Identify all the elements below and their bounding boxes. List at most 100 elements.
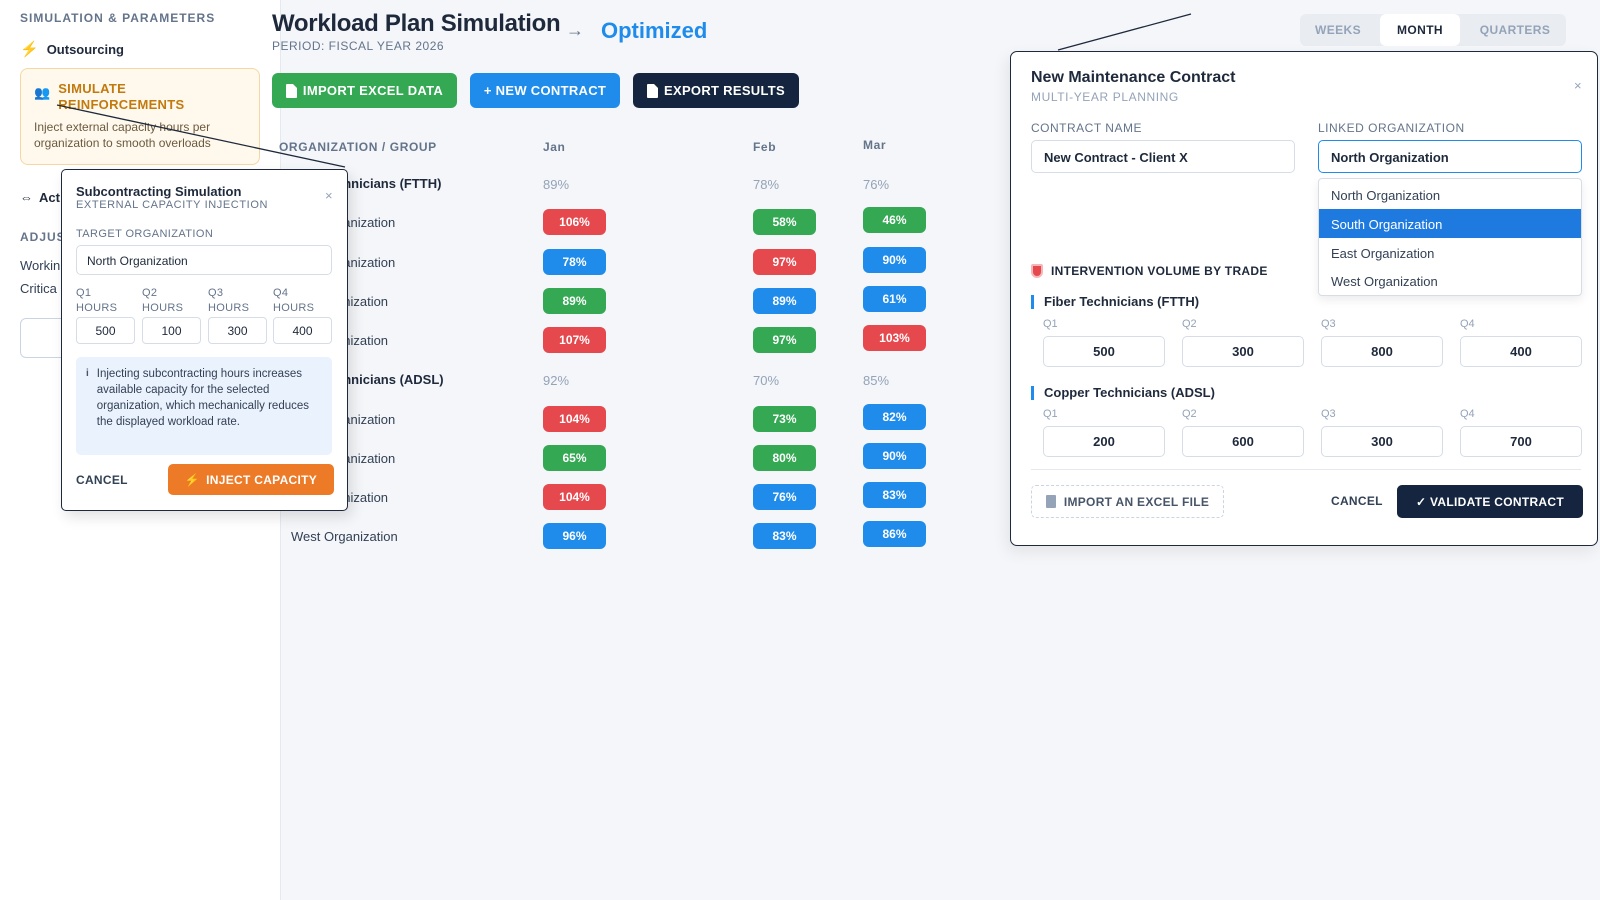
- ftth-q3-label: Q3: [1321, 318, 1336, 330]
- view-option-quarters[interactable]: QUARTERS: [1465, 14, 1565, 46]
- contract-name-input[interactable]: New Contract - Client X: [1031, 140, 1295, 173]
- q1-hours-input[interactable]: 500: [76, 317, 135, 344]
- arrow-right-icon: →: [566, 20, 584, 40]
- workload-badge[interactable]: 107%: [543, 327, 606, 353]
- adsl-q1-input[interactable]: 200: [1043, 426, 1165, 457]
- ftth-q2-input[interactable]: 300: [1182, 336, 1304, 367]
- workload-badge[interactable]: 89%: [543, 288, 606, 314]
- q2-hours-label: Q2 HOURS: [142, 287, 184, 314]
- ftth-q1-label: Q1: [1043, 318, 1058, 330]
- ftth-q4-label: Q4: [1460, 318, 1475, 330]
- subcontracting-subtitle: EXTERNAL CAPACITY INJECTION: [76, 199, 269, 211]
- target-organization-label: TARGET ORGANIZATION: [76, 228, 214, 240]
- workload-badge[interactable]: 104%: [543, 406, 606, 432]
- sidebar-item-label: Outsourcing: [46, 41, 124, 57]
- import-excel-file-button[interactable]: IMPORT AN EXCEL FILE: [1031, 485, 1224, 518]
- dropdown-option-south[interactable]: South Organization: [1319, 209, 1581, 238]
- adsl-q2-input[interactable]: 600: [1182, 426, 1304, 457]
- reinforcements-title: SIMULATE REINFORCEMENTS: [58, 81, 184, 113]
- q2-hours-input[interactable]: 100: [142, 317, 201, 344]
- workload-badge[interactable]: 90%: [863, 443, 926, 469]
- q3-hours-input[interactable]: 300: [208, 317, 267, 344]
- workload-badge[interactable]: 96%: [543, 523, 606, 549]
- workload-badge[interactable]: 103%: [863, 325, 926, 351]
- inject-capacity-label: INJECT CAPACITY: [206, 472, 318, 487]
- intervention-volume-title: INTERVENTION VOLUME BY TRADE: [1031, 264, 1268, 278]
- adsl-q4-label: Q4: [1460, 408, 1475, 420]
- modal-subtitle: MULTI-YEAR PLANNING: [1031, 90, 1179, 104]
- ftth-q1-input[interactable]: 500: [1043, 336, 1165, 367]
- adsl-q4-input[interactable]: 700: [1460, 426, 1582, 457]
- status-optimized: Optimized: [601, 18, 708, 43]
- organization-label: West Organization: [291, 529, 398, 544]
- group-label: chnicians (ADSL): [336, 372, 444, 387]
- dropdown-option-north[interactable]: North Organization: [1319, 180, 1581, 209]
- sidebar-item-outsourcing[interactable]: ⚡ Outsourcing: [20, 40, 124, 58]
- workload-badge[interactable]: 76%: [753, 484, 816, 510]
- close-icon[interactable]: ×: [325, 188, 333, 203]
- page-title: Workload Plan Simulation: [272, 10, 561, 37]
- dropdown-option-west[interactable]: West Organization: [1319, 266, 1581, 295]
- organization-dropdown: North Organization South Organization Ea…: [1318, 178, 1582, 296]
- sidebar-item-actions[interactable]: ⇔ Act: [20, 190, 60, 205]
- linked-organization-label: LINKED ORGANIZATION: [1318, 121, 1465, 135]
- reinforcements-title-line1: SIMULATE: [58, 81, 127, 96]
- workload-badge[interactable]: 58%: [753, 209, 816, 235]
- close-icon[interactable]: ×: [1574, 78, 1582, 93]
- linked-organization-select[interactable]: North Organization: [1318, 140, 1582, 173]
- subcontracting-popover: Subcontracting Simulation EXTERNAL CAPAC…: [61, 169, 348, 511]
- simulate-reinforcements-card[interactable]: 👥 SIMULATE REINFORCEMENTS Inject externa…: [20, 68, 260, 165]
- adsl-q2-label: Q2: [1182, 408, 1197, 420]
- workload-badge[interactable]: 82%: [863, 404, 926, 430]
- workload-badge[interactable]: 78%: [543, 249, 606, 275]
- workload-badge[interactable]: 106%: [543, 209, 606, 235]
- sidebar-adjust-section: ADJUS: [20, 230, 66, 244]
- q3-hours-label: Q3 HOURS: [208, 287, 250, 314]
- import-excel-file-label: IMPORT AN EXCEL FILE: [1063, 494, 1210, 509]
- workload-badge[interactable]: 46%: [863, 207, 926, 233]
- column-header-organization: ORGANIZATION / GROUP: [279, 140, 437, 154]
- validate-contract-button[interactable]: ✓ VALIDATE CONTRACT: [1397, 485, 1583, 518]
- export-results-button[interactable]: EXPORT RESULTS: [633, 73, 799, 108]
- adsl-q3-label: Q3: [1321, 408, 1336, 420]
- q1-hours-label: Q1 HOURS: [76, 287, 118, 314]
- q4-hours-input[interactable]: 400: [273, 317, 332, 344]
- workload-badge[interactable]: 97%: [753, 249, 816, 275]
- dropdown-option-east[interactable]: East Organization: [1319, 238, 1581, 267]
- people-icon: 👥: [34, 85, 51, 100]
- ftth-q3-input[interactable]: 800: [1321, 336, 1443, 367]
- swap-icon: ⇔: [20, 190, 33, 205]
- workload-badge[interactable]: 97%: [753, 327, 816, 353]
- view-option-month[interactable]: MONTH: [1380, 14, 1460, 46]
- bolt-icon: ⚡: [20, 41, 39, 58]
- workload-badge[interactable]: 65%: [543, 445, 606, 471]
- group-average-cell: 85%: [863, 373, 890, 388]
- ftth-q4-input[interactable]: 400: [1460, 336, 1582, 367]
- workload-badge[interactable]: 83%: [863, 482, 926, 508]
- workload-badge[interactable]: 73%: [753, 406, 816, 432]
- subcontracting-title: Subcontracting Simulation: [76, 184, 242, 199]
- intervention-volume-label: INTERVENTION VOLUME BY TRADE: [1051, 264, 1268, 278]
- modal-title: New Maintenance Contract: [1031, 69, 1236, 86]
- workload-badge[interactable]: 104%: [543, 484, 606, 510]
- annotation-line-contract: [1057, 13, 1192, 51]
- new-contract-button[interactable]: + NEW CONTRACT: [470, 73, 620, 108]
- new-contract-label: + NEW CONTRACT: [483, 83, 607, 98]
- ftth-q2-label: Q2: [1182, 318, 1197, 330]
- column-header-mar: Mar: [863, 138, 887, 152]
- contract-name-label: CONTRACT NAME: [1031, 121, 1142, 135]
- cancel-button[interactable]: CANCEL: [76, 473, 128, 487]
- import-excel-button[interactable]: IMPORT EXCEL DATA: [272, 73, 457, 108]
- workload-badge[interactable]: 86%: [863, 521, 926, 547]
- inject-capacity-button[interactable]: ⚡ INJECT CAPACITY: [168, 464, 334, 495]
- workload-badge[interactable]: 61%: [863, 286, 926, 312]
- workload-badge[interactable]: 80%: [753, 445, 816, 471]
- workload-badge[interactable]: 83%: [753, 523, 816, 549]
- view-option-weeks[interactable]: WEEKS: [1306, 14, 1370, 46]
- cancel-button[interactable]: CANCEL: [1331, 494, 1383, 508]
- target-organization-select[interactable]: North Organization: [76, 245, 332, 275]
- workload-badge[interactable]: 90%: [863, 247, 926, 273]
- group-average-cell: 70%: [753, 373, 780, 388]
- workload-badge[interactable]: 89%: [753, 288, 816, 314]
- adsl-q3-input[interactable]: 300: [1321, 426, 1443, 457]
